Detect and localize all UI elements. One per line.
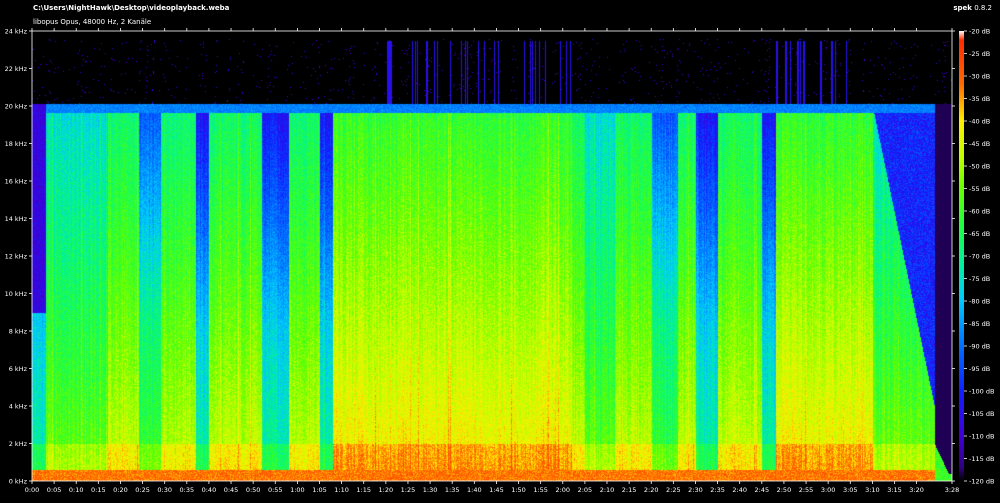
x-tick-label: 0:05 <box>47 486 62 494</box>
x-tick-label: 0:35 <box>180 486 195 494</box>
colorbar-tick-label: -120 dB <box>969 477 994 485</box>
x-tick-label: 1:50 <box>511 486 526 494</box>
colorbar-tick-label: -25 dB <box>969 50 990 58</box>
spek-window: C:\Users\NightHawk\Desktop\videoplayback… <box>0 0 1000 503</box>
x-tick-label: 0:55 <box>268 486 283 494</box>
y-tick-label: 14 kHz <box>5 215 28 223</box>
colorbar: -20 dB -25 dB -30 dB -35 dB -40 dB -45 dB -50 … <box>959 27 994 485</box>
x-tick-label: 0:25 <box>135 486 150 494</box>
y-tick-label: 22 kHz <box>5 65 28 73</box>
y-tick-label: 2 kHz <box>9 440 28 448</box>
x-tick-label: 0:40 <box>202 486 217 494</box>
x-tick-label: 2:10 <box>600 486 615 494</box>
spectrogram-heatmap <box>32 31 952 481</box>
colorbar-tick-label: -20 dB <box>969 27 990 35</box>
y-tick-label: 24 kHz <box>5 27 28 35</box>
x-tick-label: 1:40 <box>467 486 482 494</box>
x-tick-label: 0:45 <box>224 486 239 494</box>
colorbar-tick-label: -55 dB <box>969 185 990 193</box>
x-tick-label: 2:50 <box>777 486 792 494</box>
y-tick-label: 20 kHz <box>5 102 28 110</box>
colorbar-tick-label: -60 dB <box>969 207 990 215</box>
colorbar-tick-label: -110 dB <box>969 432 994 440</box>
x-tick-label: 3:20 <box>909 486 924 494</box>
x-tick-label: 2:35 <box>710 486 725 494</box>
colorbar-tick-label: -115 dB <box>969 455 994 463</box>
x-tick-label: 2:30 <box>688 486 703 494</box>
colorbar-tick-label: -75 dB <box>969 275 990 283</box>
x-tick-label: 0:10 <box>69 486 84 494</box>
x-tick-label: 2:25 <box>666 486 681 494</box>
colorbar-tick-label: -95 dB <box>969 365 990 373</box>
x-tick-label: 1:15 <box>356 486 371 494</box>
x-tick-label: 2:55 <box>799 486 814 494</box>
x-tick-label: 0:00 <box>25 486 40 494</box>
y-tick-label: 10 kHz <box>5 290 28 298</box>
x-tick-label: 3:28 <box>945 486 960 494</box>
y-tick-label: 0 kHz <box>9 477 28 485</box>
x-tick-label: 3:00 <box>821 486 836 494</box>
x-tick-label: 2:45 <box>755 486 770 494</box>
x-tick-label: 0:15 <box>91 486 106 494</box>
y-tick-label: 12 kHz <box>5 252 28 260</box>
x-tick-label: 1:30 <box>423 486 438 494</box>
colorbar-tick-label: -70 dB <box>969 252 990 260</box>
colorbar-tick-label: -90 dB <box>969 342 990 350</box>
colorbar-tick-label: -105 dB <box>969 410 994 418</box>
x-tick-label: 0:20 <box>113 486 128 494</box>
colorbar-tick-label: -65 dB <box>969 230 990 238</box>
x-tick-label: 1:05 <box>312 486 327 494</box>
x-tick-label: 1:35 <box>445 486 460 494</box>
x-tick-label: 1:55 <box>533 486 548 494</box>
x-tick-label: 2:00 <box>555 486 570 494</box>
colorbar-tick-label: -85 dB <box>969 320 990 328</box>
colorbar-tick-label: -40 dB <box>969 117 990 125</box>
x-tick-label: 2:05 <box>578 486 593 494</box>
x-tick-label: 1:00 <box>290 486 305 494</box>
colorbar-strip <box>959 31 964 481</box>
y-tick-label: 18 kHz <box>5 140 28 148</box>
x-tick-label: 0:50 <box>246 486 261 494</box>
x-tick-label: 2:20 <box>644 486 659 494</box>
x-tick-label: 1:20 <box>379 486 394 494</box>
colorbar-tick-label: -80 dB <box>969 297 990 305</box>
y-tick-label: 16 kHz <box>5 177 28 185</box>
x-tick-label: 0:30 <box>157 486 172 494</box>
colorbar-tick-label: -45 dB <box>969 140 990 148</box>
spectrogram-chart: 0 kHz 2 kHz 4 kHz 6 kHz 8 kHz 10 kHz 12 kHz 14 … <box>5 27 995 494</box>
colorbar-tick-label: -100 dB <box>969 387 994 395</box>
colorbar-tick-label: -30 dB <box>969 72 990 80</box>
x-tick-label: 3:15 <box>887 486 902 494</box>
y-tick-label: 4 kHz <box>9 402 28 410</box>
x-tick-label: 1:10 <box>334 486 349 494</box>
x-tick-label: 3:05 <box>843 486 858 494</box>
x-tick-label: 3:10 <box>865 486 880 494</box>
x-tick-label: 2:40 <box>732 486 747 494</box>
colorbar-tick-label: -50 dB <box>969 162 990 170</box>
y-tick-label: 8 kHz <box>9 327 28 335</box>
x-tick-label: 1:45 <box>489 486 504 494</box>
spectrogram-plot <box>32 31 952 481</box>
colorbar-tick-label: -35 dB <box>969 95 990 103</box>
x-tick-label: 2:15 <box>622 486 637 494</box>
y-tick-label: 6 kHz <box>9 365 28 373</box>
x-tick-label: 1:25 <box>401 486 416 494</box>
